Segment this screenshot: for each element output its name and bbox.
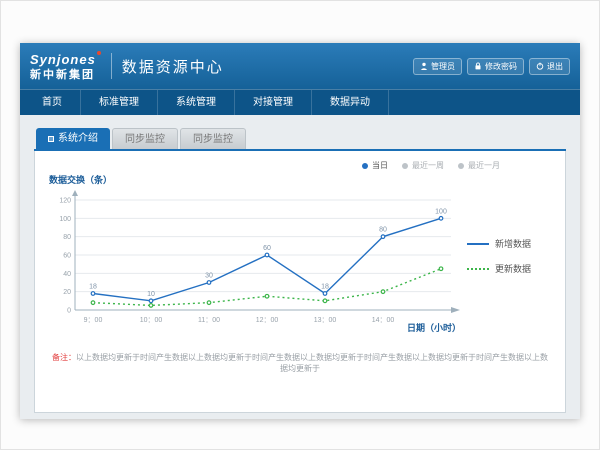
logout-button[interactable]: 退出 <box>529 58 570 75</box>
svg-text:10：00: 10：00 <box>140 317 163 324</box>
line-chart: 0 20 40 60 80 100 120 9：00 10：00 11：00 12：00 13：00 1… <box>45 186 465 336</box>
tab-sync-monitor-2-label: 同步监控 <box>193 129 233 150</box>
logo: Synjones 新中新集团 <box>30 51 101 81</box>
legend-updated-data-label: 更新数据 <box>495 262 531 275</box>
series-legend: 新增数据 更新数据 <box>467 237 531 275</box>
nav-item-system[interactable]: 系统管理 <box>158 90 235 115</box>
legend-today-dot-icon <box>362 163 368 169</box>
legend-updated-data[interactable]: 更新数据 <box>467 262 531 275</box>
svg-text:100: 100 <box>435 208 447 215</box>
top-header: Synjones 新中新集团 数据资源中心 管理员 <box>20 43 580 89</box>
logo-wordmark: Synjones <box>30 52 96 67</box>
legend-today-label: 当日 <box>372 160 388 171</box>
svg-text:10: 10 <box>147 291 155 298</box>
logo-red-dot-icon <box>97 51 101 55</box>
nav-item-standards[interactable]: 标准管理 <box>81 90 158 115</box>
legend-last-week[interactable]: 最近一周 <box>402 160 444 171</box>
legend-new-data[interactable]: 新增数据 <box>467 237 531 250</box>
nav-item-home[interactable]: 首页 <box>24 90 81 115</box>
chart-range-legend: 当日 最近一周 最近一月 <box>45 156 555 171</box>
tab-sync-monitor-2[interactable]: 同步监控 <box>180 128 246 149</box>
tab-system-intro-label: 系统介绍 <box>58 128 98 149</box>
header-divider <box>111 53 112 79</box>
tab-grid-icon <box>48 136 54 142</box>
legend-today[interactable]: 当日 <box>362 160 388 171</box>
legend-last-month[interactable]: 最近一月 <box>458 160 500 171</box>
change-password-label: 修改密码 <box>485 61 517 72</box>
tab-system-intro[interactable]: 系统介绍 <box>36 128 110 149</box>
change-password-button[interactable]: 修改密码 <box>467 58 524 75</box>
svg-text:80: 80 <box>379 227 387 234</box>
chart-row: 0 20 40 60 80 100 120 9：00 10：00 11：00 12：00 13：00 1… <box>45 186 555 336</box>
svg-text:30: 30 <box>205 273 213 280</box>
svg-text:0: 0 <box>67 308 71 315</box>
svg-text:120: 120 <box>59 198 71 205</box>
user-icon <box>420 62 428 70</box>
footnote: 备注：以上数据均更新于时间产生数据以上数据均更新于时间产生数据以上数据均更新于时… <box>45 352 555 374</box>
app-window: Synjones 新中新集团 数据资源中心 管理员 <box>20 43 580 419</box>
svg-text:20: 20 <box>63 289 71 296</box>
content-area: 系统介绍 同步监控 同步监控 当日 最近 <box>20 115 580 413</box>
legend-last-week-label: 最近一周 <box>412 160 444 171</box>
admin-user-button[interactable]: 管理员 <box>413 58 462 75</box>
svg-text:60: 60 <box>263 245 271 252</box>
svg-text:14：00: 14：00 <box>372 317 395 324</box>
dotted-line-swatch-icon <box>467 268 489 270</box>
tab-bar: 系统介绍 同步监控 同步监控 <box>36 128 566 149</box>
svg-text:80: 80 <box>63 234 71 241</box>
tab-sync-monitor-1[interactable]: 同步监控 <box>112 128 178 149</box>
legend-last-month-label: 最近一月 <box>468 160 500 171</box>
solid-line-swatch-icon <box>467 243 489 245</box>
footnote-label: 备注： <box>52 353 76 362</box>
svg-text:100: 100 <box>59 216 71 223</box>
legend-new-data-label: 新增数据 <box>495 237 531 250</box>
nav-item-interface[interactable]: 对接管理 <box>235 90 312 115</box>
svg-text:12：00: 12：00 <box>256 317 279 324</box>
legend-last-month-dot-icon <box>458 163 464 169</box>
svg-text:18: 18 <box>89 284 97 291</box>
tab-sync-monitor-1-label: 同步监控 <box>125 129 165 150</box>
chart-panel: 当日 最近一周 最近一月 数据交换（条） 0 20 40 60 80 100 120 9：00… <box>34 151 566 413</box>
legend-last-week-dot-icon <box>402 163 408 169</box>
svg-text:11：00: 11：00 <box>198 317 220 324</box>
app-title: 数据资源中心 <box>122 56 224 77</box>
screenshot-frame: Synjones 新中新集团 数据资源中心 管理员 <box>0 0 600 450</box>
footnote-text: 以上数据均更新于时间产生数据以上数据均更新于时间产生数据以上数据均更新于时间产生… <box>76 353 548 373</box>
logout-label: 退出 <box>547 61 563 72</box>
logo-subtitle: 新中新集团 <box>30 69 101 81</box>
svg-text:18: 18 <box>321 284 329 291</box>
svg-text:9：00: 9：00 <box>84 317 103 324</box>
admin-user-label: 管理员 <box>431 61 455 72</box>
svg-text:13：00: 13：00 <box>314 317 337 324</box>
y-axis-title: 数据交换（条） <box>49 173 555 186</box>
svg-text:日期（小时）: 日期（小时） <box>407 322 461 333</box>
key-icon <box>474 62 482 70</box>
nav-item-changes[interactable]: 数据异动 <box>312 90 389 115</box>
svg-text:40: 40 <box>63 271 71 278</box>
power-icon <box>536 62 544 70</box>
header-actions: 管理员 修改密码 退出 <box>413 58 570 75</box>
svg-text:60: 60 <box>63 253 71 260</box>
main-nav: 首页 标准管理 系统管理 对接管理 数据异动 <box>20 89 580 115</box>
